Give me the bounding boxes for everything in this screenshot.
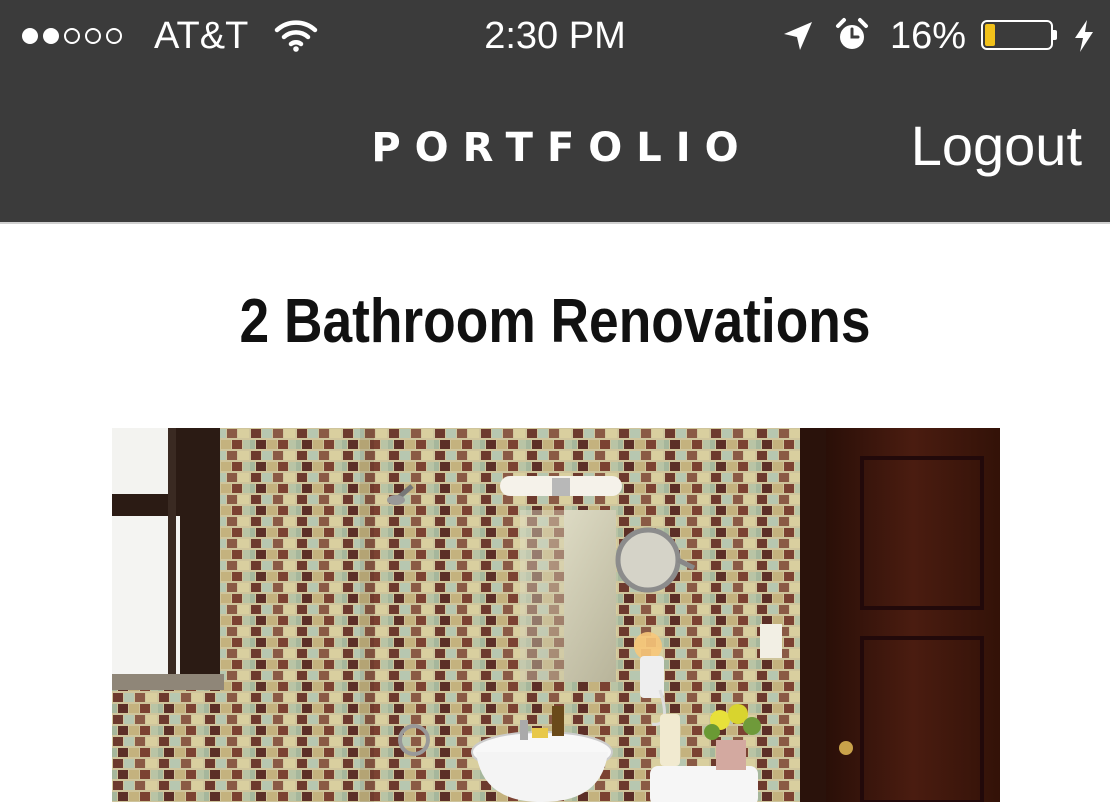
project-photo[interactable] [112, 428, 1000, 802]
battery-percentage: 16% [890, 15, 967, 57]
location-arrow-icon [782, 20, 814, 57]
battery-level-fill [985, 24, 995, 46]
project-heading: 2 Bathroom Renovations [239, 287, 871, 356]
status-bar: AT&T 2:30 PM 16% [0, 0, 1110, 74]
logout-button[interactable]: Logout [911, 114, 1082, 178]
nav-divider [0, 222, 1110, 224]
alarm-clock-icon [834, 17, 870, 58]
charging-bolt-icon [1072, 19, 1096, 58]
navigation-bar: PORTFOLIO Logout [0, 74, 1110, 222]
battery-icon [981, 20, 1057, 50]
